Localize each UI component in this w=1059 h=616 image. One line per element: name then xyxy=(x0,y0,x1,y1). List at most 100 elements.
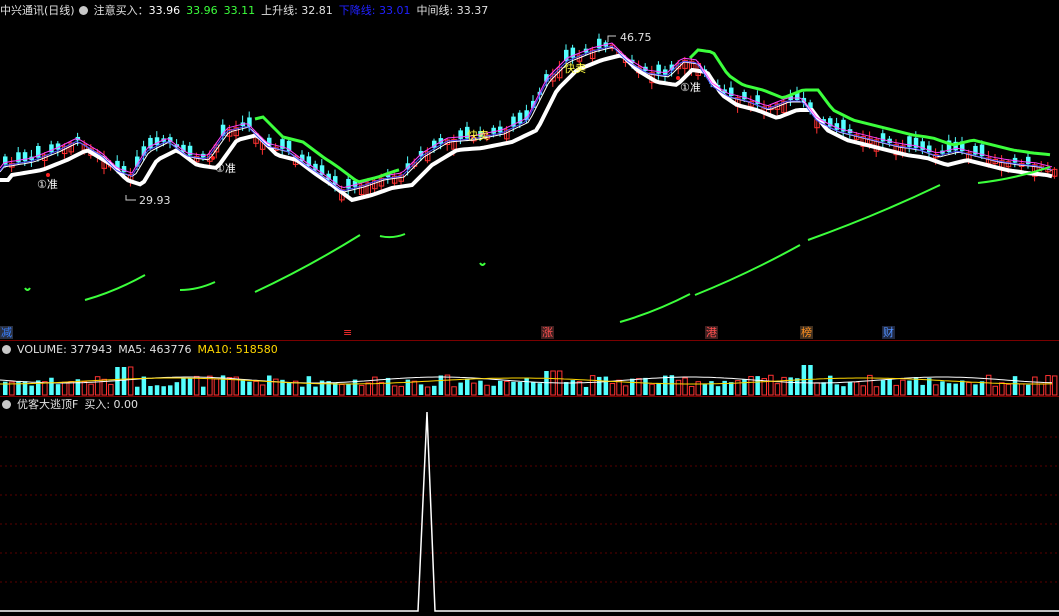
green-support-line xyxy=(807,184,941,241)
volume-bar xyxy=(597,376,602,395)
volume-bar xyxy=(213,378,220,396)
volume-bar xyxy=(973,384,978,395)
volume-bar xyxy=(491,385,496,395)
green-support-line xyxy=(254,234,361,293)
volume-bar xyxy=(300,386,305,395)
volume-bar xyxy=(907,380,912,395)
stock-chart[interactable] xyxy=(0,0,1059,616)
volume-bar xyxy=(893,384,899,396)
volume-bar xyxy=(61,381,68,396)
volume-bar xyxy=(504,380,510,396)
volume-bar xyxy=(649,383,655,396)
volume-bar xyxy=(55,384,61,395)
volume-bar xyxy=(306,376,312,395)
volume-bar xyxy=(709,381,714,395)
volume-bar xyxy=(1012,376,1018,395)
event-tag-2[interactable]: 涨 xyxy=(541,326,554,339)
indicator-line xyxy=(0,411,1059,612)
volume-bar xyxy=(682,377,688,396)
indicator-settings-icon[interactable] xyxy=(2,400,11,409)
volume-bar xyxy=(643,377,648,395)
volume-bar xyxy=(960,380,965,395)
volume-settings-icon[interactable] xyxy=(2,345,11,354)
volume-bar xyxy=(979,381,985,395)
volume-bar xyxy=(16,381,21,395)
volume-bar xyxy=(774,383,781,396)
volume-bar xyxy=(570,380,576,395)
volume-bar xyxy=(603,376,609,395)
panel-separator-indicator[interactable] xyxy=(0,396,1059,397)
volume-bar xyxy=(94,376,101,396)
signal-zhun-3: ①准 xyxy=(680,81,701,94)
high-leader-line xyxy=(607,35,616,42)
volume-bar xyxy=(478,380,483,395)
event-tag-5[interactable]: 财 xyxy=(882,326,895,339)
green-support-line xyxy=(694,244,801,296)
volume-bar xyxy=(148,386,153,395)
volume-header: VOLUME: 377943 MA5: 463776 MA10: 518580 xyxy=(0,343,284,357)
volume-bar xyxy=(411,380,418,396)
volume-bar xyxy=(358,384,365,396)
signal-kuaimai-2: 快卖 xyxy=(564,62,586,75)
volume-bar xyxy=(458,382,463,395)
volume-bar xyxy=(715,386,721,395)
volume-bar xyxy=(465,378,470,395)
signal-dot xyxy=(211,156,215,160)
volume-bar xyxy=(920,384,925,395)
volume-bar xyxy=(511,381,516,395)
volume-bar xyxy=(992,385,998,396)
volume-ma5: MA5: 463776 xyxy=(118,343,192,356)
indicator-name: 优客大逃顶F xyxy=(17,398,79,411)
indicator-header: 优客大逃顶F 买入: 0.00 xyxy=(0,398,144,412)
volume-bar xyxy=(451,386,457,396)
volume-bar xyxy=(946,383,952,395)
volume-bar xyxy=(1026,384,1031,395)
volume-bar xyxy=(108,383,114,396)
volume-bar xyxy=(524,378,529,395)
volume-bar xyxy=(378,381,385,396)
volume-bar xyxy=(1018,383,1025,396)
volume-bar xyxy=(398,385,404,396)
volume-bar xyxy=(161,386,166,395)
volume-bar xyxy=(688,385,695,396)
volume-bar xyxy=(517,381,523,395)
volume-bar xyxy=(88,383,94,396)
signal-dot xyxy=(46,173,50,177)
volume-bar xyxy=(795,378,800,395)
volume-bar xyxy=(471,382,477,396)
volume-bar xyxy=(313,386,318,395)
volume-bar xyxy=(814,382,820,396)
volume-bar xyxy=(424,386,431,396)
volume-bar xyxy=(187,378,193,395)
volume-bar xyxy=(444,374,451,396)
signal-zhun-2: ①准 xyxy=(215,162,236,175)
event-tag-3[interactable]: 港 xyxy=(705,326,718,339)
volume-bar xyxy=(247,381,252,395)
volume-bar xyxy=(636,378,642,396)
event-tag-4[interactable]: 榜 xyxy=(800,326,813,339)
volume-bar xyxy=(168,385,173,395)
event-tag-1[interactable]: ≡ xyxy=(342,326,354,339)
event-tag-0[interactable]: 减 xyxy=(0,326,13,339)
volume-bar xyxy=(1032,376,1038,396)
volume-bar xyxy=(675,379,682,396)
volume-bar xyxy=(226,377,233,396)
volume-bar xyxy=(966,382,972,396)
low-price-label: 29.93 xyxy=(139,194,171,207)
volume-bar xyxy=(887,379,892,395)
volume-bar xyxy=(42,381,48,396)
signal-dot xyxy=(676,76,680,80)
volume-bar xyxy=(847,381,853,395)
green-support-line xyxy=(379,233,406,239)
volume-bar xyxy=(821,382,826,395)
green-support-line xyxy=(619,293,691,323)
volume-bar xyxy=(135,386,140,395)
volume-bar xyxy=(81,381,88,396)
volume-bar xyxy=(201,386,206,395)
volume-bar xyxy=(576,381,583,396)
volume-bar xyxy=(616,379,622,396)
volume-bar xyxy=(1038,383,1045,396)
panel-separator-volume[interactable] xyxy=(0,340,1059,341)
volume-bar xyxy=(365,382,371,396)
signal-zhun-1: ①准 xyxy=(37,178,58,191)
